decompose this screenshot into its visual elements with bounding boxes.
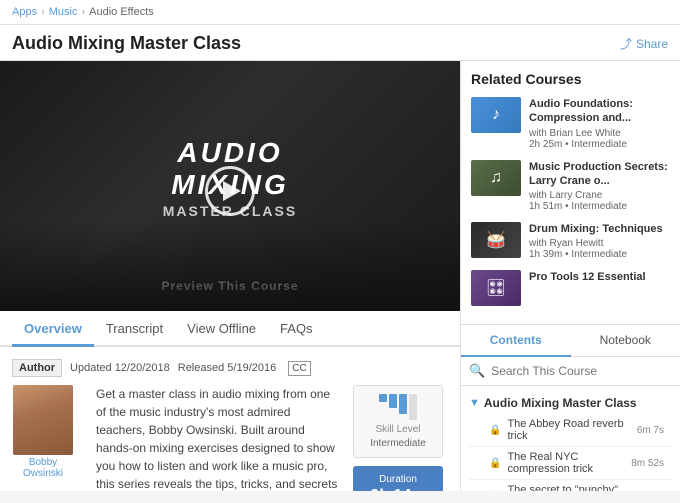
- left-column: AUDIO MIXING MASTER CLASS Preview This C…: [0, 61, 460, 491]
- content-tabs: Contents Notebook: [461, 325, 680, 357]
- related-meta-2: with Larry Crane 1h 51m • Intermediate: [529, 190, 670, 212]
- related-info-3: Drum Mixing: Techniques with Ryan Hewitt…: [529, 222, 670, 260]
- play-icon: [223, 181, 241, 201]
- left-bottom: Bobby Owsinski Get a master class in aud…: [12, 385, 448, 491]
- related-course-title-1: Audio Foundations: Compression and...: [529, 97, 670, 126]
- released-text: Released 5/19/2016: [178, 362, 276, 374]
- related-thumb-1: ♪: [471, 97, 521, 133]
- related-thumb-3: 🥁: [471, 222, 521, 258]
- cc-badge: CC: [288, 361, 310, 376]
- course-search: 🔍: [461, 357, 680, 386]
- skill-bars: [362, 394, 434, 420]
- author-label: Author: [12, 359, 62, 377]
- tab-overview[interactable]: Overview: [12, 311, 94, 347]
- related-info-2: Music Production Secrets: Larry Crane o.…: [529, 160, 670, 213]
- related-course-item[interactable]: 🥁 Drum Mixing: Techniques with Ryan Hewi…: [471, 222, 670, 260]
- related-course-title-3: Drum Mixing: Techniques: [529, 222, 670, 236]
- related-course-item[interactable]: ♫ Music Production Secrets: Larry Crane …: [471, 160, 670, 213]
- tree-item[interactable]: 🔒 The secret to "punchy" drums 6m 46s: [469, 480, 672, 491]
- main-layout: AUDIO MIXING MASTER CLASS Preview This C…: [0, 61, 680, 491]
- related-thumb-icon-2: ♫: [490, 169, 502, 187]
- play-button[interactable]: [205, 166, 255, 216]
- duration-box: Duration 9h 14m: [353, 466, 443, 491]
- tab-contents[interactable]: Contents: [461, 325, 571, 357]
- share-button[interactable]: ⤴ Share: [620, 35, 668, 52]
- author-description: Get a master class in audio mixing from …: [96, 385, 340, 491]
- course-tabs: Overview Transcript View Offline FAQs: [0, 311, 460, 347]
- tab-faqs[interactable]: FAQs: [268, 311, 325, 347]
- right-sidebar: Related Courses ♪ Audio Foundations: Com…: [460, 61, 680, 491]
- related-course-item[interactable]: 🎛 Pro Tools 12 Essential: [471, 270, 670, 306]
- related-thumb-icon-1: ♪: [492, 106, 500, 124]
- related-course-item[interactable]: ♪ Audio Foundations: Compression and... …: [471, 97, 670, 150]
- related-course-title-4: Pro Tools 12 Essential: [529, 270, 670, 284]
- skill-bar-1: [379, 394, 387, 402]
- related-info-1: Audio Foundations: Compression and... wi…: [529, 97, 670, 150]
- related-thumb-4: 🎛: [471, 270, 521, 306]
- share-icon: ⤴: [620, 35, 632, 52]
- page-header: Audio Mixing Master Class ⤴ Share: [0, 25, 680, 61]
- tree-section: ▼ Audio Mixing Master Class 🔒 The Abbey …: [461, 390, 680, 491]
- course-tree: ▼ Audio Mixing Master Class 🔒 The Abbey …: [461, 386, 680, 491]
- author-meta: Author Updated 12/20/2018 Released 5/19/…: [12, 359, 448, 377]
- related-thumb-icon-4: 🎛: [486, 278, 506, 298]
- tab-transcript[interactable]: Transcript: [94, 311, 175, 347]
- avatar: [13, 385, 73, 455]
- search-input[interactable]: [491, 364, 672, 378]
- skill-bar-3: [399, 394, 407, 414]
- breadcrumb: Apps › Music › Audio Effects: [0, 0, 680, 25]
- author-name: Bobby Owsinski: [12, 457, 74, 479]
- breadcrumb-music[interactable]: Music: [49, 6, 78, 18]
- video-background: AUDIO MIXING MASTER CLASS Preview This C…: [0, 61, 460, 311]
- video-overlay: [0, 221, 460, 311]
- skill-bar-2: [389, 394, 397, 408]
- tree-expand-icon[interactable]: ▼: [469, 397, 480, 409]
- author-content: Bobby Owsinski Get a master class in aud…: [12, 385, 348, 491]
- breadcrumb-apps[interactable]: Apps: [12, 6, 37, 18]
- search-icon: 🔍: [469, 363, 485, 379]
- related-courses-title: Related Courses: [471, 71, 670, 87]
- related-thumb-icon-3: 🥁: [486, 230, 506, 250]
- related-courses-section: Related Courses ♪ Audio Foundations: Com…: [461, 61, 680, 324]
- tree-item[interactable]: 🔒 The Real NYC compression trick 8m 52s: [469, 447, 672, 480]
- related-thumb-2: ♫: [471, 160, 521, 196]
- video-container: AUDIO MIXING MASTER CLASS Preview This C…: [0, 61, 460, 311]
- skill-level-box: Skill Level Intermediate: [353, 385, 443, 458]
- tab-notebook[interactable]: Notebook: [571, 325, 680, 357]
- skill-bar-4: [409, 394, 417, 420]
- author-section: Author Updated 12/20/2018 Released 5/19/…: [0, 347, 460, 491]
- avatar-image: [13, 385, 73, 455]
- lock-icon: 🔒: [489, 425, 501, 436]
- page-title: Audio Mixing Master Class: [12, 33, 241, 54]
- updated-text: Updated 12/20/2018: [70, 362, 170, 374]
- breadcrumb-current: Audio Effects: [89, 6, 154, 18]
- related-course-title-2: Music Production Secrets: Larry Crane o.…: [529, 160, 670, 189]
- related-meta-3: with Ryan Hewitt 1h 39m • Intermediate: [529, 238, 670, 260]
- lock-icon: 🔒: [489, 458, 501, 469]
- tree-section-title: ▼ Audio Mixing Master Class: [469, 396, 672, 410]
- related-info-4: Pro Tools 12 Essential: [529, 270, 670, 286]
- related-meta-1: with Brian Lee White 2h 25m • Intermedia…: [529, 128, 670, 150]
- tree-item[interactable]: 🔒 The Abbey Road reverb trick 6m 7s: [469, 414, 672, 447]
- stats-area: Skill Level Intermediate Duration 9h 14m…: [348, 385, 448, 491]
- tab-view-offline[interactable]: View Offline: [175, 311, 268, 347]
